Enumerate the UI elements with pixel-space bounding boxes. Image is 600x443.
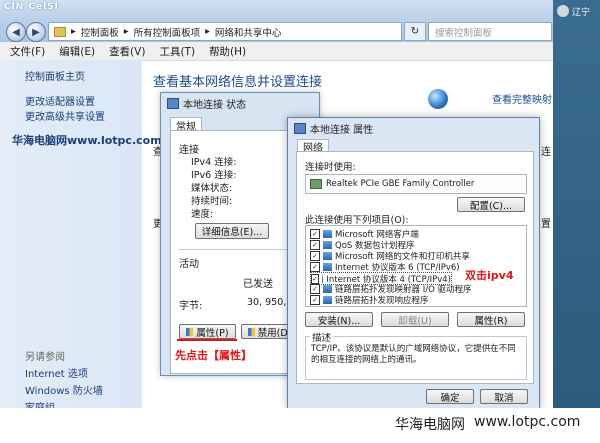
properties-button-label: 属性(P) <box>196 327 229 339</box>
checkbox[interactable]: ✓ <box>310 250 320 261</box>
client-icon <box>323 229 332 238</box>
properties-panel: 连接时使用: Realtek PCIe GBE Family Controlle… <box>296 151 534 384</box>
sidebar-brand: 华海电脑网www.lotpc.com <box>12 134 162 147</box>
shield-icon <box>186 327 194 336</box>
status-dialog-title: 本地连接 状态 <box>183 99 247 111</box>
breadcrumb-item-all-items[interactable]: 所有控制面板项 <box>134 25 201 39</box>
main-text-fragment: 置 <box>541 219 551 230</box>
menu-view[interactable]: 查看(V) <box>109 44 145 59</box>
sent-label: 已发送 <box>243 279 273 290</box>
checkbox[interactable]: ✓ <box>310 294 320 305</box>
see-also-firewall[interactable]: Windows 防火墙 <box>25 382 103 397</box>
user-name: 辽宁 <box>572 7 591 18</box>
window-logo: ClN CelSl <box>4 2 59 12</box>
list-item-label: 链路层拓扑发现响应程序 <box>335 295 429 306</box>
list-item[interactable]: ✓ QoS 数据包计划程序 <box>310 239 415 251</box>
items-label: 此连接使用下列项目(O): <box>305 215 409 226</box>
list-item-label: Internet 协议版本 6 (TCP/IPv6) <box>335 262 460 273</box>
checkbox[interactable]: ✓ <box>310 239 320 250</box>
breadcrumb-separator-icon: ▸ <box>123 26 129 37</box>
activity-label: 活动 <box>179 259 199 270</box>
list-item[interactable]: ✓ Microsoft 网络的文件和打印机共享 <box>310 250 470 262</box>
field-duration: 持续时间: <box>191 196 233 207</box>
breadcrumb-item-control-panel[interactable]: 控制面板 <box>81 25 119 39</box>
properties-dialog: 本地连接 属性 网络 连接时使用: Realtek PCIe GBE Famil… <box>287 117 540 410</box>
list-item[interactable]: ✓ Internet 协议版本 6 (TCP/IPv6) <box>310 261 460 273</box>
sidebar-item-adapter-settings[interactable]: 更改适配器设置 <box>25 93 95 108</box>
forward-arrow-icon[interactable]: ▶ <box>26 22 46 42</box>
menu-edit[interactable]: 编辑(E) <box>59 44 95 59</box>
avatar <box>557 5 569 17</box>
annotation-double-click-ipv4: 双击ipv4 <box>465 269 514 282</box>
desktop-strip <box>553 0 600 443</box>
properties-dialog-caption: 本地连接 属性 <box>288 118 539 138</box>
see-also-title: 另请参阅 <box>25 352 65 363</box>
globe-icon <box>428 89 448 109</box>
address-bar[interactable]: ▸ 控制面板 ▸ 所有控制面板项 ▸ 网络和共享中心 <box>48 22 402 41</box>
properties-button[interactable]: 属性(P) <box>179 324 236 339</box>
field-ipv6: IPv6 连接: <box>191 170 237 181</box>
sidebar-item-home[interactable]: 控制面板主页 <box>25 68 85 83</box>
breadcrumb-separator-icon: ▸ <box>71 26 76 37</box>
network-icon <box>167 97 179 109</box>
main-text-fragment: 连 <box>541 147 551 158</box>
folder-icon <box>54 26 66 37</box>
protocol-icon <box>321 274 324 283</box>
field-media: 媒体状态: <box>191 183 233 194</box>
annotation-click-properties: 先点击【属性】 <box>175 349 252 362</box>
watermark-name: 华海电脑网 <box>395 417 465 433</box>
description-text: TCP/IP。该协议是默认的广域网络协议，它提供在不同的相互连接的网络上的通讯。 <box>311 344 516 365</box>
see-also-internet-options[interactable]: Internet 选项 <box>25 365 88 380</box>
description-title: 描述 <box>310 330 334 344</box>
menu-help[interactable]: 帮助(H) <box>209 44 246 59</box>
details-button[interactable]: 详细信息(E)... <box>195 223 269 239</box>
checkbox[interactable]: ✓ <box>310 283 320 294</box>
bytes-label: 字节: <box>179 301 203 312</box>
breadcrumb-separator-icon: ▸ <box>205 26 210 37</box>
properties-dialog-title: 本地连接 属性 <box>310 124 374 136</box>
annotation-underline <box>177 339 237 341</box>
status-dialog-caption: 本地连接 状态 <box>161 93 319 113</box>
adapter-name: Realtek PCIe GBE Family Controller <box>326 179 475 189</box>
install-button[interactable]: 安装(N)... <box>305 312 373 327</box>
list-item[interactable]: ✓ 链路层拓扑发现映射器 I/O 驱动程序 <box>310 283 471 295</box>
connect-using-label: 连接时使用: <box>305 162 356 173</box>
service-icon <box>323 251 332 260</box>
watermark-url: www.lotpc.com <box>474 414 581 430</box>
list-item[interactable]: ✓ Microsoft 网络客户端 <box>310 228 419 240</box>
protocol-icon <box>323 295 332 304</box>
menu-tools[interactable]: 工具(T) <box>159 44 195 59</box>
back-arrow-icon[interactable]: ◀ <box>6 22 26 42</box>
field-speed: 速度: <box>191 209 214 220</box>
user-badge: 辽宁 <box>553 0 600 22</box>
checkbox[interactable]: ✓ <box>310 261 320 272</box>
list-item[interactable]: ✓ 链路层拓扑发现响应程序 <box>310 294 429 306</box>
adapter-icon <box>310 179 322 189</box>
shield-icon <box>247 327 255 336</box>
components-list[interactable]: ✓ Microsoft 网络客户端 ✓ QoS 数据包计划程序 ✓ Microsoft… <box>305 225 527 307</box>
page-title: 查看基本网络信息并设置连接 <box>153 75 323 90</box>
configure-button[interactable]: 配置(C)... <box>457 197 525 212</box>
network-icon <box>294 122 306 134</box>
search-placeholder: 搜索控制面板 <box>435 27 493 39</box>
checkbox[interactable]: ✓ <box>310 228 320 239</box>
menu-file[interactable]: 文件(F) <box>10 44 45 59</box>
ok-button[interactable]: 确定 <box>426 389 474 404</box>
sidebar-item-sharing-settings[interactable]: 更改高级共享设置 <box>25 108 105 123</box>
service-icon <box>323 240 332 249</box>
cancel-button[interactable]: 取消 <box>480 389 528 404</box>
description-box: 描述 TCP/IP。该协议是默认的广域网络协议，它提供在不同的相互连接的网络上的… <box>305 330 527 380</box>
item-properties-button[interactable]: 属性(R) <box>457 312 525 327</box>
adapter-field: Realtek PCIe GBE Family Controller <box>305 174 527 194</box>
checkbox[interactable]: ✓ <box>311 273 319 284</box>
protocol-icon <box>323 262 332 271</box>
uninstall-button[interactable]: 卸载(U) <box>381 312 449 327</box>
menu-bar: 文件(F) 编辑(E) 查看(V) 工具(T) 帮助(H) <box>0 42 553 61</box>
full-map-link[interactable]: 查看完整映射 <box>492 91 552 106</box>
search-input[interactable]: 搜索控制面板 <box>428 22 552 41</box>
protocol-icon <box>323 284 332 293</box>
breadcrumb-item-network-center[interactable]: 网络和共享中心 <box>215 25 282 39</box>
refresh-icon[interactable]: ↻ <box>404 22 426 41</box>
field-ipv4: IPv4 连接: <box>191 157 237 168</box>
